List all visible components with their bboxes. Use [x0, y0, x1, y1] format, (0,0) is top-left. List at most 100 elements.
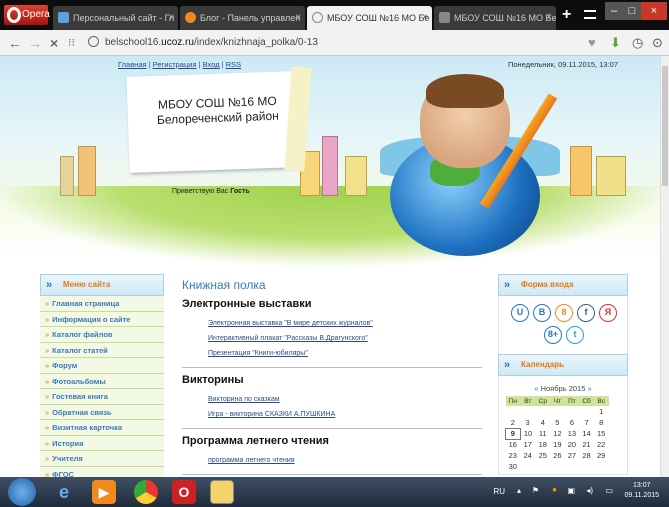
calendar-day[interactable]: 17: [520, 439, 535, 450]
minimize-icon[interactable]: –: [605, 2, 623, 20]
calendar-day[interactable]: 22: [594, 439, 609, 450]
menu-item[interactable]: » Главная страница: [40, 296, 164, 312]
tab-school[interactable]: МБОУ СОШ №16 МО Бе ×: [434, 6, 556, 30]
nav-rss-link[interactable]: RSS: [226, 60, 241, 69]
menu-item[interactable]: » Визитная карточка: [40, 420, 164, 436]
flag-icon[interactable]: ⚑: [532, 486, 539, 495]
calendar-day[interactable]: 7: [579, 417, 594, 428]
scrollbar-thumb[interactable]: [662, 66, 668, 186]
menu-item[interactable]: » Гостевая книга: [40, 389, 164, 405]
download-icon[interactable]: ⬇: [610, 35, 621, 51]
calendar-day[interactable]: 19: [550, 439, 565, 450]
stop-icon[interactable]: ×: [50, 34, 58, 52]
menu-item[interactable]: » Фотоальбомы: [40, 373, 164, 389]
calendar-day[interactable]: 15: [594, 428, 609, 439]
battery-icon[interactable]: ▭: [605, 486, 613, 495]
chrome-icon[interactable]: [134, 480, 158, 504]
calendar-day[interactable]: 11: [536, 428, 551, 439]
maximize-icon[interactable]: □: [623, 2, 641, 20]
calendar-day[interactable]: 26: [550, 450, 565, 461]
opera-menu-button[interactable]: Opera: [4, 5, 50, 25]
forward-icon[interactable]: →: [28, 34, 42, 52]
calendar-day[interactable]: 18: [536, 439, 551, 450]
menu-item[interactable]: » Обратная связь: [40, 404, 164, 420]
tab-close-icon[interactable]: ×: [295, 6, 301, 30]
nav-register-link[interactable]: Регистрация: [153, 60, 197, 69]
content-link[interactable]: Игра - викторина СКАЗКИ А.ПУШКИНА: [208, 407, 482, 422]
calendar-day[interactable]: 6: [565, 417, 580, 428]
menu-item[interactable]: » ФГОС: [40, 466, 164, 477]
calendar-day[interactable]: 25: [536, 450, 551, 461]
tab-menu-icon[interactable]: [584, 10, 596, 19]
content-link[interactable]: Электронная выставка "В мире детских жур…: [208, 316, 482, 331]
menu-item[interactable]: » Форум: [40, 358, 164, 374]
calendar-day[interactable]: 29: [594, 450, 609, 461]
calendar-day[interactable]: 21: [579, 439, 594, 450]
menu-item[interactable]: » Каталог статей: [40, 342, 164, 358]
nav-login-link[interactable]: Вход: [203, 60, 220, 69]
volume-icon[interactable]: ◂): [586, 486, 593, 495]
calendar-day[interactable]: 3: [520, 417, 535, 428]
calendar-day[interactable]: 30: [506, 461, 521, 472]
calendar-day[interactable]: 4: [536, 417, 551, 428]
tab-personal-site[interactable]: Персональный сайт - Гл ×: [53, 6, 178, 30]
calendar-day[interactable]: 23: [506, 450, 521, 461]
calendar-day[interactable]: 16: [506, 439, 521, 450]
menu-item[interactable]: » Информация о сайте: [40, 311, 164, 327]
clock[interactable]: 13:07 09.11.2015: [624, 481, 659, 501]
url-field[interactable]: belschool16.ucoz.ru/index/knizhnaja_polk…: [88, 34, 578, 52]
calendar-day[interactable]: 5: [550, 417, 565, 428]
tab-close-icon[interactable]: ×: [168, 6, 174, 30]
update-icon[interactable]: ●: [552, 485, 557, 494]
calendar-day[interactable]: 14: [579, 428, 594, 439]
content-link[interactable]: Викторина по сказкам: [208, 392, 482, 407]
social-login-icon[interactable]: t: [566, 326, 584, 344]
content-link[interactable]: программа летнего чтения: [208, 453, 482, 468]
explorer-icon[interactable]: [210, 480, 234, 504]
social-login-icon[interactable]: Я: [599, 304, 617, 322]
start-button[interactable]: [8, 478, 36, 506]
tab-close-icon[interactable]: ×: [546, 6, 552, 30]
calendar-day[interactable]: 20: [565, 439, 580, 450]
language-indicator[interactable]: RU: [493, 487, 505, 496]
close-window-icon[interactable]: ×: [641, 2, 667, 20]
speed-dial-icon[interactable]: ⁝⁝: [68, 34, 75, 52]
calendar-day[interactable]: 1: [594, 406, 609, 417]
back-icon[interactable]: ←: [8, 34, 22, 52]
calendar-day[interactable]: 9: [505, 427, 521, 440]
calendar-next[interactable]: »: [587, 384, 591, 393]
menu-item[interactable]: » Учителя: [40, 451, 164, 467]
calendar-day[interactable]: 13: [565, 428, 580, 439]
nav-home-link[interactable]: Главная: [118, 60, 147, 69]
settings-icon[interactable]: ⊙: [652, 35, 663, 51]
ie-icon[interactable]: e: [52, 480, 76, 504]
content-link[interactable]: Презентация "Книги-юбиляры": [208, 346, 482, 361]
social-login-icon[interactable]: U: [511, 304, 529, 322]
calendar-day[interactable]: 2: [506, 417, 521, 428]
tab-school-active[interactable]: МБОУ СОШ №16 МО Бе ×: [307, 6, 432, 30]
calendar-day[interactable]: 12: [550, 428, 565, 439]
tab-blog[interactable]: Блог - Панель управлен ×: [180, 6, 305, 30]
tab-close-icon[interactable]: ×: [422, 6, 428, 30]
menu-item[interactable]: » Каталог файлов: [40, 327, 164, 343]
bookmark-heart-icon[interactable]: ♥: [588, 35, 596, 51]
page-scrollbar[interactable]: [660, 56, 669, 477]
content-link[interactable]: Интерактивный плакат "Рассказы В.Драгунс…: [208, 331, 482, 346]
site-info-icon[interactable]: [88, 36, 99, 47]
social-login-icon[interactable]: 8: [555, 304, 573, 322]
menu-item[interactable]: » История: [40, 435, 164, 451]
new-tab-button[interactable]: +: [562, 6, 571, 24]
opera-taskbar-icon[interactable]: O: [172, 480, 196, 504]
calendar-day[interactable]: 27: [565, 450, 580, 461]
social-login-icon[interactable]: B: [533, 304, 551, 322]
calendar-day[interactable]: 10: [520, 428, 535, 439]
media-player-icon[interactable]: ▶: [92, 480, 116, 504]
social-login-icon[interactable]: 8+: [544, 326, 562, 344]
social-login-icon[interactable]: f: [577, 304, 595, 322]
calendar-day[interactable]: 8: [594, 417, 609, 428]
history-icon[interactable]: ◷: [632, 35, 643, 51]
calendar-day[interactable]: 28: [579, 450, 594, 461]
calendar-prev[interactable]: «: [534, 384, 538, 393]
network-icon[interactable]: ▣: [567, 486, 575, 495]
calendar-day[interactable]: 24: [520, 450, 535, 461]
